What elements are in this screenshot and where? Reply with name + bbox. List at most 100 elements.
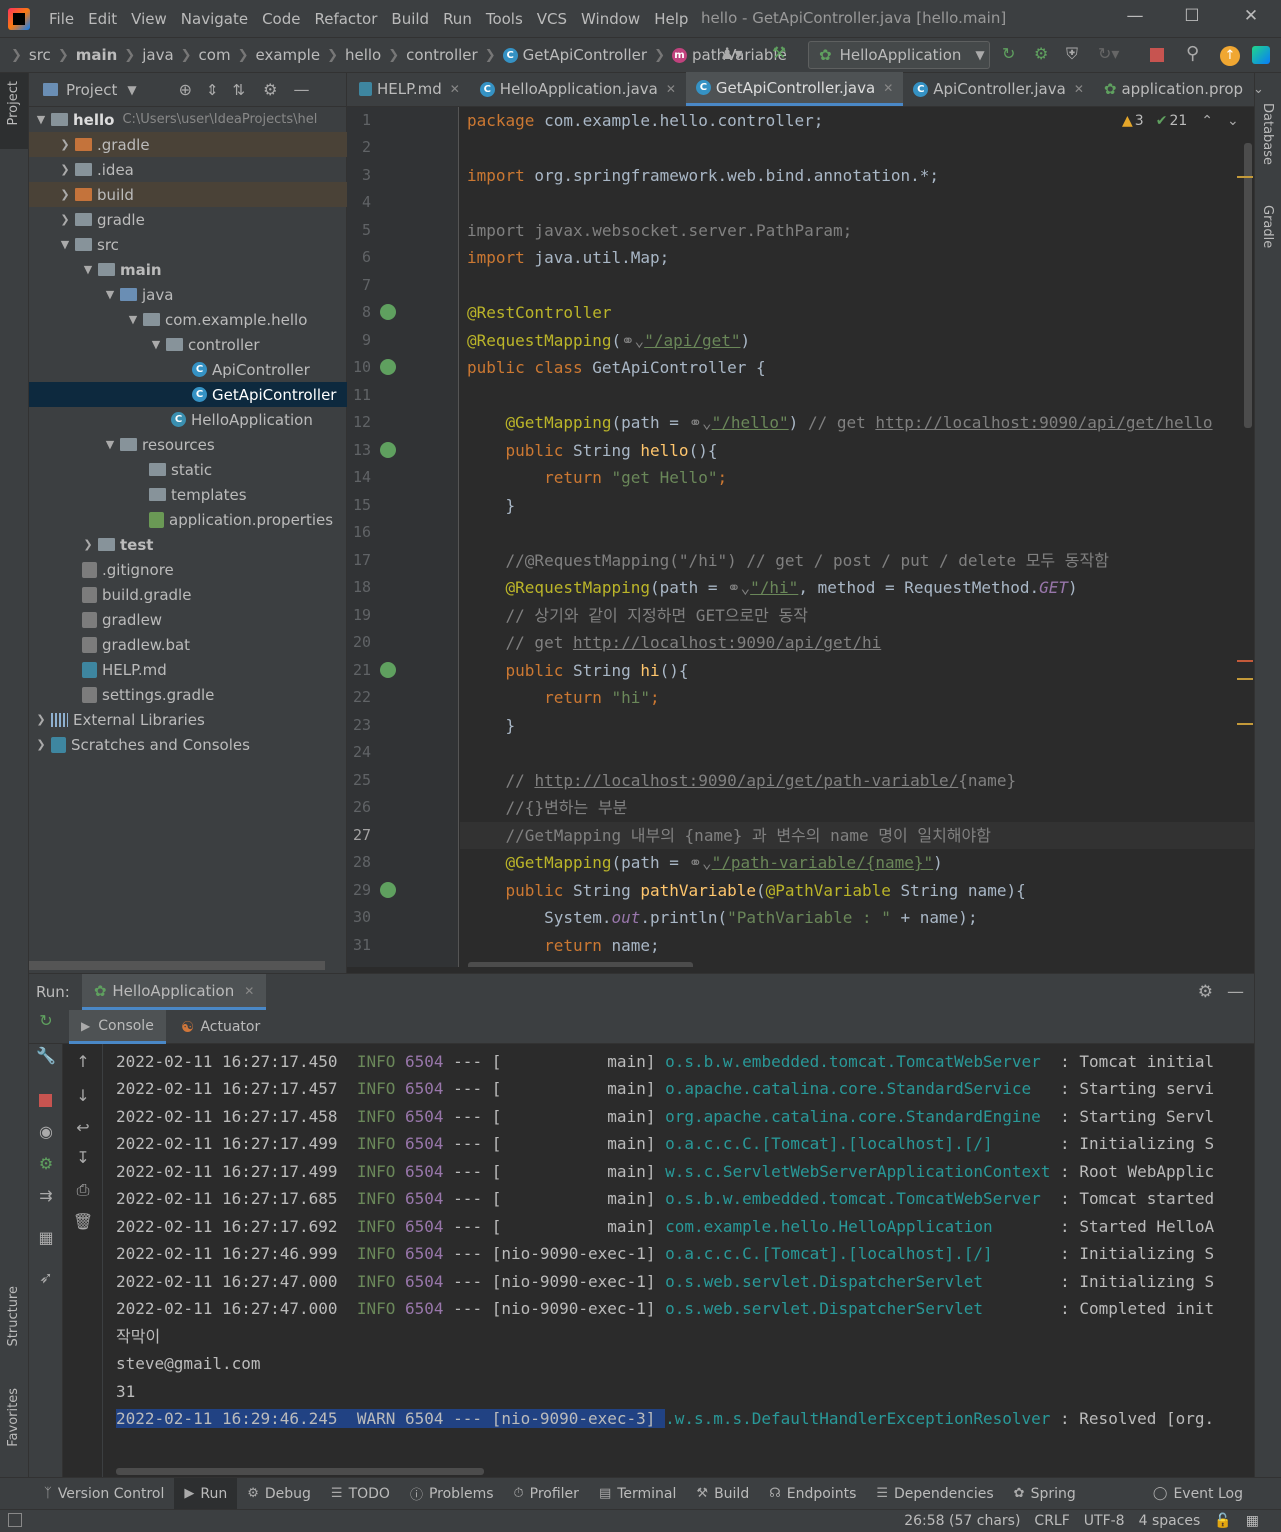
spring-endpoint-gutter-icon[interactable] [380, 882, 396, 898]
tree-item[interactable]: build.gradle [29, 582, 347, 607]
tree-item[interactable]: gradlew.bat [29, 632, 347, 657]
tab-hello-application[interactable]: C HelloApplication.java ✕ [470, 72, 686, 106]
spring-bean-gutter-icon[interactable] [380, 359, 396, 375]
build-hammer-icon[interactable]: ⚒ [772, 43, 786, 62]
menu-code[interactable]: Code [255, 10, 307, 28]
code-link[interactable]: http://localhost:9090/api/get/path-varia… [534, 771, 958, 790]
tab-application-properties[interactable]: ✿ application.prop [1094, 72, 1253, 106]
chevron-right-icon[interactable]: ❯ [57, 213, 73, 226]
close-icon[interactable]: ✕ [244, 984, 254, 998]
chevron-down-icon[interactable]: ▼ [148, 338, 164, 351]
breadcrumb-controller[interactable]: controller [406, 46, 478, 64]
profiler-icon[interactable]: ↻▾ [1098, 44, 1119, 63]
arrow-up-icon[interactable]: ↑ [71, 1052, 95, 1071]
menu-navigate[interactable]: Navigate [174, 10, 255, 28]
update-icon[interactable]: ↑ [1220, 46, 1240, 66]
breadcrumb-class[interactable]: GetApiController [523, 46, 647, 64]
toolbox-icon[interactable] [1252, 46, 1270, 64]
menu-tools[interactable]: Tools [479, 10, 530, 28]
tool-spring[interactable]: ✿ Spring [1004, 1478, 1086, 1510]
tool-endpoints[interactable]: ☊ Endpoints [759, 1478, 866, 1510]
camera-icon[interactable]: ◉ [34, 1122, 58, 1141]
chevron-down-icon[interactable]: ▼ [125, 313, 141, 326]
gear-icon[interactable]: ⚙ [1198, 982, 1213, 1002]
project-panel-title[interactable]: Project [66, 81, 117, 99]
maximize-icon[interactable]: ☐ [1177, 6, 1207, 30]
chevron-down-icon[interactable]: ▼ [127, 83, 136, 97]
tree-item[interactable]: ▼ resources [29, 432, 347, 457]
chevron-right-icon[interactable]: ❯ [33, 713, 49, 726]
tree-item[interactable]: ▼ controller [29, 332, 347, 357]
tree-item[interactable]: HELP.md [29, 657, 347, 682]
actuator-tab[interactable]: ☯ Actuator [179, 1010, 262, 1044]
close-icon[interactable]: ✕ [883, 81, 893, 95]
error-stripe-mark[interactable] [1237, 723, 1253, 725]
globe-icon[interactable]: ⚭⌄ [621, 331, 644, 350]
stop-icon[interactable] [1150, 48, 1164, 62]
hide-icon[interactable]: — [293, 80, 309, 99]
menu-help[interactable]: Help [647, 10, 695, 28]
database-tool-label[interactable]: Database [1260, 103, 1275, 165]
favorites-tool-label[interactable]: Favorites [6, 1388, 21, 1447]
horizontal-scrollbar[interactable] [468, 962, 693, 967]
chevron-down-icon[interactable]: ▼ [80, 263, 96, 276]
tree-item[interactable]: ▼ src [29, 232, 347, 257]
tree-item[interactable]: ❯ gradle [29, 207, 347, 232]
tab-api-controller[interactable]: C ApiController.java ✕ [903, 72, 1094, 106]
tree-item[interactable]: C HelloApplication [29, 407, 347, 432]
tree-item[interactable]: gradlew [29, 607, 347, 632]
tool-version-control[interactable]: ᛉ Version Control [34, 1478, 174, 1510]
print-icon[interactable]: ⎙ [71, 1180, 95, 1200]
tree-item[interactable]: ❯ .idea [29, 157, 347, 182]
tree-item[interactable]: ▼ java [29, 282, 347, 307]
code-link[interactable]: http://localhost:9090/api/get/hi [573, 633, 881, 652]
rerun-icon[interactable]: ↻ [1002, 44, 1015, 63]
tool-todo[interactable]: ☰ TODO [321, 1478, 400, 1510]
chevron-down-icon[interactable]: ▼ [33, 113, 49, 126]
chevron-down-icon[interactable]: ⌄ [1253, 82, 1264, 97]
menu-build[interactable]: Build [384, 10, 436, 28]
chevron-down-icon[interactable]: ▼ [102, 288, 118, 301]
code-editor[interactable]: package com.example.hello.controller; im… [460, 107, 1254, 967]
user-icon[interactable]: ♟▾ [720, 44, 742, 63]
breadcrumb-java[interactable]: java [142, 46, 173, 64]
gear-icon[interactable]: ⚙ [263, 80, 277, 99]
tree-item-selected[interactable]: C GetApiController [29, 382, 347, 407]
tree-item[interactable]: ❯ External Libraries [29, 707, 347, 732]
exit-icon[interactable]: ⇉ [34, 1186, 58, 1205]
structure-tool-label[interactable]: Structure [6, 1286, 21, 1346]
menu-window[interactable]: Window [574, 10, 647, 28]
tool-terminal[interactable]: ▤ Terminal [589, 1478, 686, 1510]
search-icon[interactable]: ⚲ [1186, 43, 1199, 64]
tool-event-log[interactable]: ◯ Event Log [1143, 1478, 1253, 1510]
horizontal-scrollbar[interactable] [116, 1468, 484, 1475]
caret-position[interactable]: 26:58 (57 chars) [904, 1513, 1020, 1529]
expand-all-icon[interactable]: ⇕ [206, 81, 219, 99]
breadcrumb-main[interactable]: main [76, 46, 118, 64]
menu-view[interactable]: View [124, 10, 174, 28]
chevron-down-icon[interactable]: ▼ [102, 438, 118, 451]
hide-icon[interactable]: — [1227, 982, 1244, 1002]
debug-icon[interactable]: ⚙ [34, 1154, 58, 1173]
tree-item[interactable]: .gitignore [29, 557, 347, 582]
menu-edit[interactable]: Edit [81, 10, 124, 28]
trash-icon[interactable]: 🗑 [71, 1212, 95, 1231]
tree-item[interactable]: templates [29, 482, 347, 507]
menu-run[interactable]: Run [436, 10, 479, 28]
chevron-down-icon[interactable]: ⌄ [1227, 113, 1239, 129]
arrow-down-icon[interactable]: ↓ [71, 1086, 95, 1105]
layout-icon[interactable]: ▦ [34, 1228, 58, 1247]
debug-icon[interactable]: ⚙ [1034, 44, 1048, 63]
lock-icon[interactable]: 🔓 [1214, 1513, 1231, 1529]
wrench-icon[interactable]: 🔧 [34, 1046, 58, 1065]
chevron-right-icon[interactable]: ❯ [57, 163, 73, 176]
tree-item[interactable]: settings.gradle [29, 682, 347, 707]
globe-icon[interactable]: ⚭⌄ [727, 578, 750, 597]
tab-get-api-controller[interactable]: C GetApiController.java ✕ [685, 72, 904, 106]
gradle-tool-label[interactable]: Gradle [1260, 205, 1275, 248]
code-link[interactable]: http://localhost:9090/api/get/hello [875, 413, 1212, 432]
soft-wrap-icon[interactable]: ↩ [71, 1118, 95, 1137]
globe-icon[interactable]: ⚭⌄ [689, 413, 712, 432]
breadcrumb-example[interactable]: example [256, 46, 321, 64]
error-stripe-mark[interactable] [1237, 176, 1253, 178]
